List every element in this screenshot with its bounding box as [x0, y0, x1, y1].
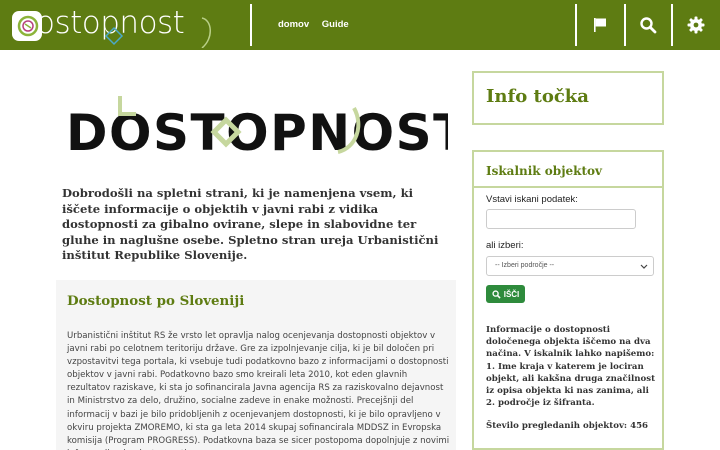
top-navigation-bar: ostopnost domov Guide [0, 0, 720, 50]
info-point-title: Info točka [486, 86, 589, 107]
search-box-title: Iskalnik objektov [486, 164, 602, 178]
nav-divider [250, 4, 252, 46]
search-submit-button[interactable]: IŠČI [486, 285, 525, 303]
logo-decoration-icon [104, 17, 211, 48]
settings-button[interactable] [672, 0, 720, 50]
search-submit-label: IŠČI [503, 289, 520, 299]
panel-body-text: Urbanistični inštitut RS že vrsto let op… [67, 331, 450, 450]
search-help-text: Informacije o dostopnosti določenega obj… [486, 325, 656, 409]
content-panel: Dostopnost po Sloveniji Urbanistični inš… [56, 280, 456, 450]
search-input[interactable] [486, 209, 636, 229]
area-select[interactable]: -- Izberi področje -- [486, 256, 654, 276]
chevron-down-icon [640, 264, 648, 269]
object-search-box: Iskalnik objektov Vstavi iskani podatek:… [472, 150, 664, 450]
reviewed-objects-count: Število pregledanih objektov: 456 [486, 421, 649, 431]
select-label: ali izberi: [486, 240, 524, 251]
intro-paragraph: Dobrodošli na spletni strani, ki je name… [62, 186, 439, 262]
main-nav: domov Guide [278, 19, 359, 30]
search-button[interactable] [624, 0, 672, 50]
nav-link-guide[interactable]: Guide [322, 19, 349, 30]
nav-link-domov[interactable]: domov [278, 19, 309, 30]
gear-icon [687, 16, 705, 34]
area-select-value: -- Izberi področje -- [495, 262, 555, 269]
info-point-box: Info točka [472, 71, 664, 125]
hero-logo: DOSTOPNOST [64, 92, 467, 176]
flag-button[interactable] [576, 0, 624, 50]
search-icon [492, 289, 501, 299]
panel-title: Dostopnost po Sloveniji [67, 293, 245, 309]
search-icon [640, 17, 657, 34]
search-box-divider [474, 186, 662, 188]
flag-icon [594, 18, 606, 32]
search-input-label: Vstavi iskani podatek: [486, 194, 578, 205]
